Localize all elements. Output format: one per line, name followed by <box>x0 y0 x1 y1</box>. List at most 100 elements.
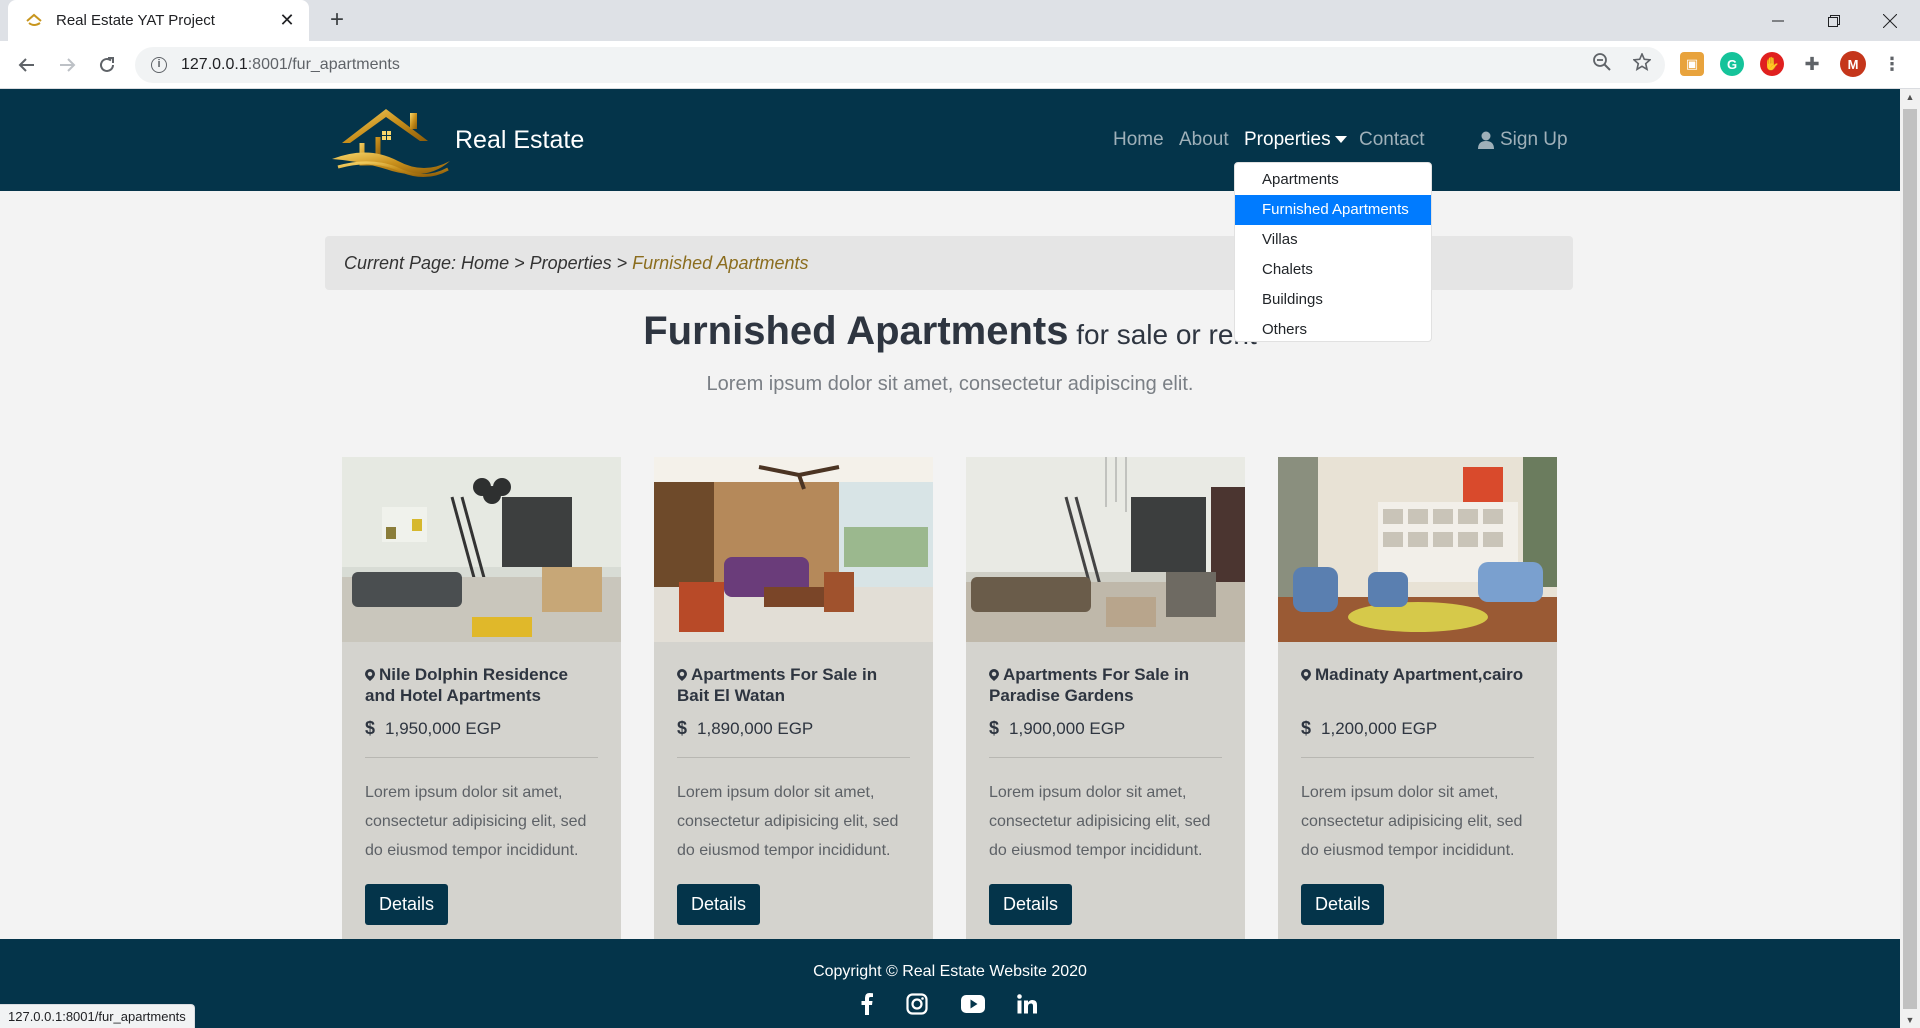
details-button[interactable]: Details <box>365 884 449 925</box>
youtube-icon[interactable] <box>961 992 985 1016</box>
map-marker-icon <box>677 669 687 681</box>
dollar-icon: $ <box>1301 718 1312 738</box>
extension-image-icon[interactable]: ▣ <box>1680 52 1704 76</box>
property-description: Lorem ipsum dolor sit amet, consectetur … <box>1301 784 1523 859</box>
house-favicon-icon <box>26 13 42 26</box>
dropdown-item-apartments[interactable]: Apartments <box>1235 165 1431 195</box>
dropdown-item-chalets[interactable]: Chalets <box>1235 255 1431 285</box>
sign-up-link[interactable]: Sign Up <box>1478 129 1568 151</box>
real-estate-logo[interactable] <box>328 101 454 181</box>
price-value: 1,950,000 EGP <box>385 718 502 738</box>
map-marker-icon <box>1301 669 1311 681</box>
page-subtitle: Lorem ipsum dolor sit amet, consectetur … <box>706 373 1194 395</box>
instagram-icon[interactable] <box>906 992 928 1016</box>
sign-up-label: Sign Up <box>1500 129 1568 150</box>
dropdown-item-furnished-apartments[interactable]: Furnished Apartments <box>1235 195 1431 225</box>
property-price: $ 1,890,000 EGP <box>677 718 910 739</box>
bookmark-star-icon[interactable] <box>1633 53 1651 71</box>
brand-name[interactable]: Real Estate <box>455 126 584 155</box>
property-description: Lorem ipsum dolor sit amet, consectetur … <box>677 784 899 859</box>
property-price: $ 1,900,000 EGP <box>989 718 1222 739</box>
properties-dropdown-menu: Apartments Furnished Apartments Villas C… <box>1234 162 1432 342</box>
restore-icon[interactable] <box>1806 0 1862 41</box>
reload-icon[interactable] <box>93 51 121 79</box>
nav-home[interactable]: Home <box>1113 129 1164 151</box>
copyright-text: Copyright © Real Estate Website 2020 <box>813 963 1087 980</box>
browser-tab[interactable]: Real Estate YAT Project ✕ <box>8 0 309 41</box>
extensions-puzzle-icon[interactable]: ✚ <box>1800 52 1824 76</box>
minimize-icon[interactable] <box>1750 0 1806 41</box>
dropdown-item-others[interactable]: Others <box>1235 315 1431 345</box>
property-photo[interactable] <box>1278 457 1557 642</box>
zoom-out-icon[interactable] <box>1593 53 1611 71</box>
site-footer: Copyright © Real Estate Website 2020 <box>0 939 1900 1028</box>
dropdown-item-villas[interactable]: Villas <box>1235 225 1431 255</box>
tab-title: Real Estate YAT Project <box>56 12 215 29</box>
dollar-icon: $ <box>989 718 1000 738</box>
caret-down-icon <box>1334 136 1347 144</box>
nav-properties-label: Properties <box>1244 129 1331 150</box>
map-marker-icon <box>365 669 375 681</box>
linkedin-icon[interactable] <box>1017 992 1037 1016</box>
price-value: 1,900,000 EGP <box>1009 718 1126 738</box>
property-photo[interactable] <box>654 457 933 642</box>
nav-properties-dropdown[interactable]: Properties <box>1244 129 1347 151</box>
page-scrollbar[interactable]: ▲ ▼ <box>1900 89 1920 1028</box>
card-divider <box>677 757 910 758</box>
site-navbar: Real Estate Home About Properties Contac… <box>0 89 1900 191</box>
user-icon <box>1478 131 1494 149</box>
property-photo[interactable] <box>342 457 621 642</box>
property-card: Madinaty Apartment,cairo $ 1,200,000 EGP… <box>1278 457 1557 947</box>
nav-contact[interactable]: Contact <box>1359 129 1424 151</box>
property-title-text: Nile Dolphin Residence and Hotel Apartme… <box>365 665 568 705</box>
property-price: $ 1,200,000 EGP <box>1301 718 1534 739</box>
property-price: $ 1,950,000 EGP <box>365 718 598 739</box>
property-title-text: Madinaty Apartment,cairo <box>1315 665 1524 684</box>
card-divider <box>1301 757 1534 758</box>
property-description: Lorem ipsum dolor sit amet, consectetur … <box>365 784 587 859</box>
page-title-strong: Furnished Apartments <box>643 309 1069 353</box>
details-button[interactable]: Details <box>989 884 1073 925</box>
price-value: 1,890,000 EGP <box>697 718 814 738</box>
close-tab-icon[interactable]: ✕ <box>277 10 297 31</box>
property-title[interactable]: Madinaty Apartment,cairo <box>1301 664 1534 706</box>
dollar-icon: $ <box>365 718 376 738</box>
close-window-icon[interactable] <box>1862 0 1918 41</box>
browser-menu-icon[interactable]: ⋮ <box>1880 52 1904 76</box>
page-title-light: for sale or rent <box>1068 319 1257 350</box>
property-photo[interactable] <box>966 457 1245 642</box>
property-title[interactable]: Apartments For Sale in Bait El Watan <box>677 664 910 706</box>
property-card: Apartments For Sale in Bait El Watan $ 1… <box>654 457 933 947</box>
grammarly-icon[interactable]: G <box>1720 52 1744 76</box>
scroll-up-icon[interactable]: ▲ <box>1900 89 1920 105</box>
property-description: Lorem ipsum dolor sit amet, consectetur … <box>989 784 1211 859</box>
card-divider <box>365 757 598 758</box>
dropdown-item-buildings[interactable]: Buildings <box>1235 285 1431 315</box>
property-title[interactable]: Apartments For Sale in Paradise Gardens <box>989 664 1222 706</box>
forward-icon[interactable] <box>53 51 81 79</box>
dollar-icon: $ <box>677 718 688 738</box>
details-button[interactable]: Details <box>677 884 761 925</box>
url-host: 127.0.0.1 <box>181 56 248 73</box>
scrollbar-thumb[interactable] <box>1903 109 1917 1009</box>
property-title[interactable]: Nile Dolphin Residence and Hotel Apartme… <box>365 664 598 706</box>
nav-about[interactable]: About <box>1179 129 1229 151</box>
map-marker-icon <box>989 669 999 681</box>
property-card: Nile Dolphin Residence and Hotel Apartme… <box>342 457 621 947</box>
facebook-icon[interactable] <box>857 992 877 1016</box>
site-info-icon[interactable]: i <box>151 57 167 73</box>
scroll-down-icon[interactable]: ▼ <box>1900 1012 1920 1028</box>
details-button[interactable]: Details <box>1301 884 1385 925</box>
adblock-icon[interactable]: ✋ <box>1760 52 1784 76</box>
address-url: 127.0.0.1:8001/fur_apartments <box>181 56 400 74</box>
breadcrumb-current: Furnished Apartments <box>632 253 809 273</box>
browser-toolbar: i 127.0.0.1:8001/fur_apartments ▣ G ✋ ✚ … <box>0 41 1920 89</box>
back-icon[interactable] <box>13 51 41 79</box>
link-status-bar: 127.0.0.1:8001/fur_apartments <box>0 1004 195 1028</box>
profile-avatar[interactable]: M <box>1840 51 1866 77</box>
address-bar[interactable]: i 127.0.0.1:8001/fur_apartments <box>135 47 1665 83</box>
property-card: Apartments For Sale in Paradise Gardens … <box>966 457 1245 947</box>
new-tab-icon[interactable]: + <box>324 8 350 34</box>
url-path: :8001/fur_apartments <box>247 56 400 73</box>
web-page: Real Estate Home About Properties Contac… <box>0 89 1900 1028</box>
